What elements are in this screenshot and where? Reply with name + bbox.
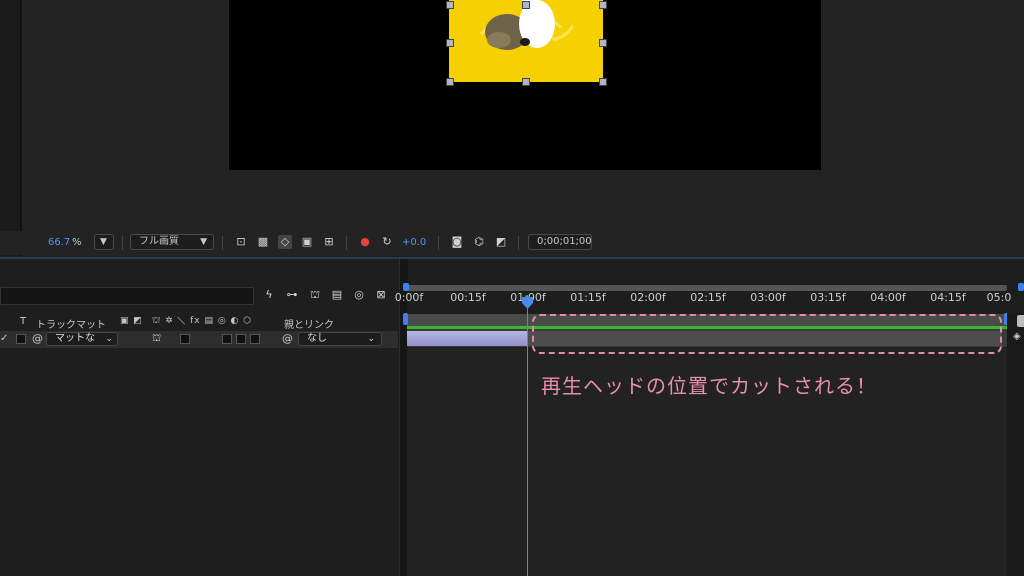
track-matte-header: トラックマット bbox=[36, 320, 106, 331]
exposure-value[interactable]: +0.0 bbox=[402, 235, 426, 251]
playhead-line[interactable] bbox=[527, 295, 528, 576]
layer-search-input[interactable] bbox=[0, 287, 254, 305]
transform-handle-bottom-left[interactable] bbox=[446, 78, 454, 86]
spiral-icon[interactable]: @ bbox=[32, 332, 43, 345]
shy-switch-icon[interactable]: ⛫ bbox=[152, 333, 161, 346]
cut-region-highlight bbox=[532, 314, 1002, 354]
show-snapshot-icon[interactable]: ⌬ bbox=[472, 235, 486, 249]
parent-value: なし bbox=[307, 333, 327, 344]
layer-artwork[interactable]: ペ ン bbox=[449, 0, 603, 82]
ruler-tick: 03:15f bbox=[810, 291, 846, 304]
parent-dropdown[interactable]: なし ⌄ bbox=[298, 332, 382, 346]
ruler-tick: 01:15f bbox=[570, 291, 606, 304]
toolbar-divider bbox=[518, 236, 519, 250]
chevron-down-icon: ⌄ bbox=[367, 334, 375, 344]
camera-icon[interactable]: ◙ bbox=[450, 235, 464, 249]
shy-icon[interactable]: ⛫ bbox=[308, 288, 322, 302]
fast-preview-icon[interactable]: ⊡ bbox=[234, 235, 248, 249]
transform-handle-top-right[interactable] bbox=[599, 1, 607, 9]
toolbar-divider bbox=[346, 236, 347, 250]
layer-end-handle[interactable] bbox=[1017, 315, 1024, 327]
current-time-field[interactable]: 0;00;01;00 bbox=[528, 234, 592, 250]
keyframe-icon: ◈ bbox=[1013, 331, 1021, 342]
resolution-value: フル画質 bbox=[139, 236, 179, 247]
transform-handle-top-center[interactable] bbox=[522, 1, 530, 9]
layer-clip-bar[interactable] bbox=[407, 331, 528, 346]
label-color-box[interactable] bbox=[16, 334, 26, 344]
toolbar-divider bbox=[222, 236, 223, 250]
toolbar-divider bbox=[122, 236, 123, 250]
channel-icon[interactable]: ● bbox=[358, 235, 372, 249]
transform-handle-bottom-right[interactable] bbox=[599, 78, 607, 86]
motion-blur-icon[interactable]: ◎ bbox=[352, 288, 366, 302]
zoom-value[interactable]: 66.7 bbox=[48, 235, 70, 251]
character-illustration-icon: ペ ン bbox=[479, 0, 575, 50]
transform-handle-bottom-center[interactable] bbox=[522, 78, 530, 86]
parent-link-header: 親とリンク bbox=[284, 320, 334, 331]
grid-guides-icon[interactable]: ⊞ bbox=[322, 235, 336, 249]
chevron-down-icon: ▼ bbox=[100, 237, 107, 247]
region-of-interest-icon[interactable]: ▣ bbox=[300, 235, 314, 249]
frame-blend-icon[interactable]: ▤ bbox=[330, 288, 344, 302]
playhead-handle-icon[interactable] bbox=[522, 297, 533, 309]
text-column-label: T bbox=[20, 316, 27, 327]
ruler-tick: 0:00f bbox=[394, 291, 424, 304]
time-ruler[interactable]: 0:00f 00:15f 01:00f 01:15f 02:00f 02:15f… bbox=[395, 291, 1011, 313]
comp-flowchart-icon[interactable]: ⊠ bbox=[374, 288, 388, 302]
chevron-down-icon: ▼ bbox=[200, 237, 207, 247]
ruler-tick: 00:15f bbox=[450, 291, 486, 304]
viewer-toolbar: 66.7 % ▼ フル画質 ▼ ⊡ ▩ ◇ ▣ ⊞ ● ↻ +0.0 ◙ ⌬ ◩… bbox=[0, 231, 1024, 255]
transform-handle-left[interactable] bbox=[446, 39, 454, 47]
switch-box-3[interactable] bbox=[250, 334, 260, 344]
graph-editor-icon[interactable]: ⊶ bbox=[285, 288, 299, 302]
resolution-dropdown[interactable]: フル画質 ▼ bbox=[130, 234, 214, 250]
navigator-start-handle[interactable] bbox=[403, 283, 409, 291]
switches-header-icons: ▣ ◩ bbox=[120, 316, 143, 326]
ruler-tick: 05:0 bbox=[986, 291, 1012, 304]
layer-switches-icons: ⛫ ✲ ⟍ fx ▤ ◎ ◐ ⬡ bbox=[152, 316, 253, 326]
switch-box-1[interactable] bbox=[222, 334, 232, 344]
visibility-checkmark-icon[interactable]: ✓ bbox=[0, 333, 8, 344]
pick-whip-icon[interactable]: @ bbox=[282, 332, 293, 345]
chevron-down-icon: ⌄ bbox=[105, 334, 113, 344]
timeline-right-edge: ◈ bbox=[1007, 313, 1024, 576]
layer-column-header: T トラックマット ▣ ◩ ⛫ ✲ ⟍ fx ▤ ◎ ◐ ⬡ 親とリンク bbox=[0, 314, 398, 331]
track-matte-value: マットな bbox=[55, 333, 95, 344]
mask-visibility-icon[interactable]: ◇ bbox=[278, 235, 292, 249]
ruler-tick: 02:15f bbox=[690, 291, 726, 304]
lightning-icon[interactable]: ϟ bbox=[262, 288, 276, 302]
work-area-start-marker[interactable] bbox=[403, 313, 408, 325]
ruler-tick: 03:00f bbox=[750, 291, 786, 304]
annotation-caption: 再生ヘッドの位置でカットされる！ bbox=[541, 374, 877, 398]
switch-box-2[interactable] bbox=[236, 334, 246, 344]
ruler-tick: 04:00f bbox=[870, 291, 906, 304]
zoom-unit: % bbox=[72, 237, 82, 248]
navigator-end-handle[interactable] bbox=[1018, 283, 1024, 291]
ruler-tick: 04:15f bbox=[930, 291, 966, 304]
transparency-grid-icon[interactable]: ▩ bbox=[256, 235, 270, 249]
layer-row[interactable]: ✓ @ マットな ⌄ ⛫ @ なし ⌄ bbox=[0, 331, 398, 348]
color-picker-icon[interactable]: ◩ bbox=[494, 235, 508, 249]
transform-handle-right[interactable] bbox=[599, 39, 607, 47]
reset-exposure-icon[interactable]: ↻ bbox=[380, 235, 394, 249]
timecode-value: 0;00;01;00 bbox=[537, 236, 592, 247]
quality-switch[interactable] bbox=[180, 334, 190, 344]
transform-handle-top-left[interactable] bbox=[446, 1, 454, 9]
track-matte-dropdown[interactable]: マットな ⌄ bbox=[46, 332, 118, 346]
viewer-left-panel bbox=[0, 0, 22, 256]
toolbar-divider bbox=[438, 236, 439, 250]
zoom-dropdown[interactable]: ▼ bbox=[94, 234, 114, 250]
ruler-tick: 02:00f bbox=[630, 291, 666, 304]
